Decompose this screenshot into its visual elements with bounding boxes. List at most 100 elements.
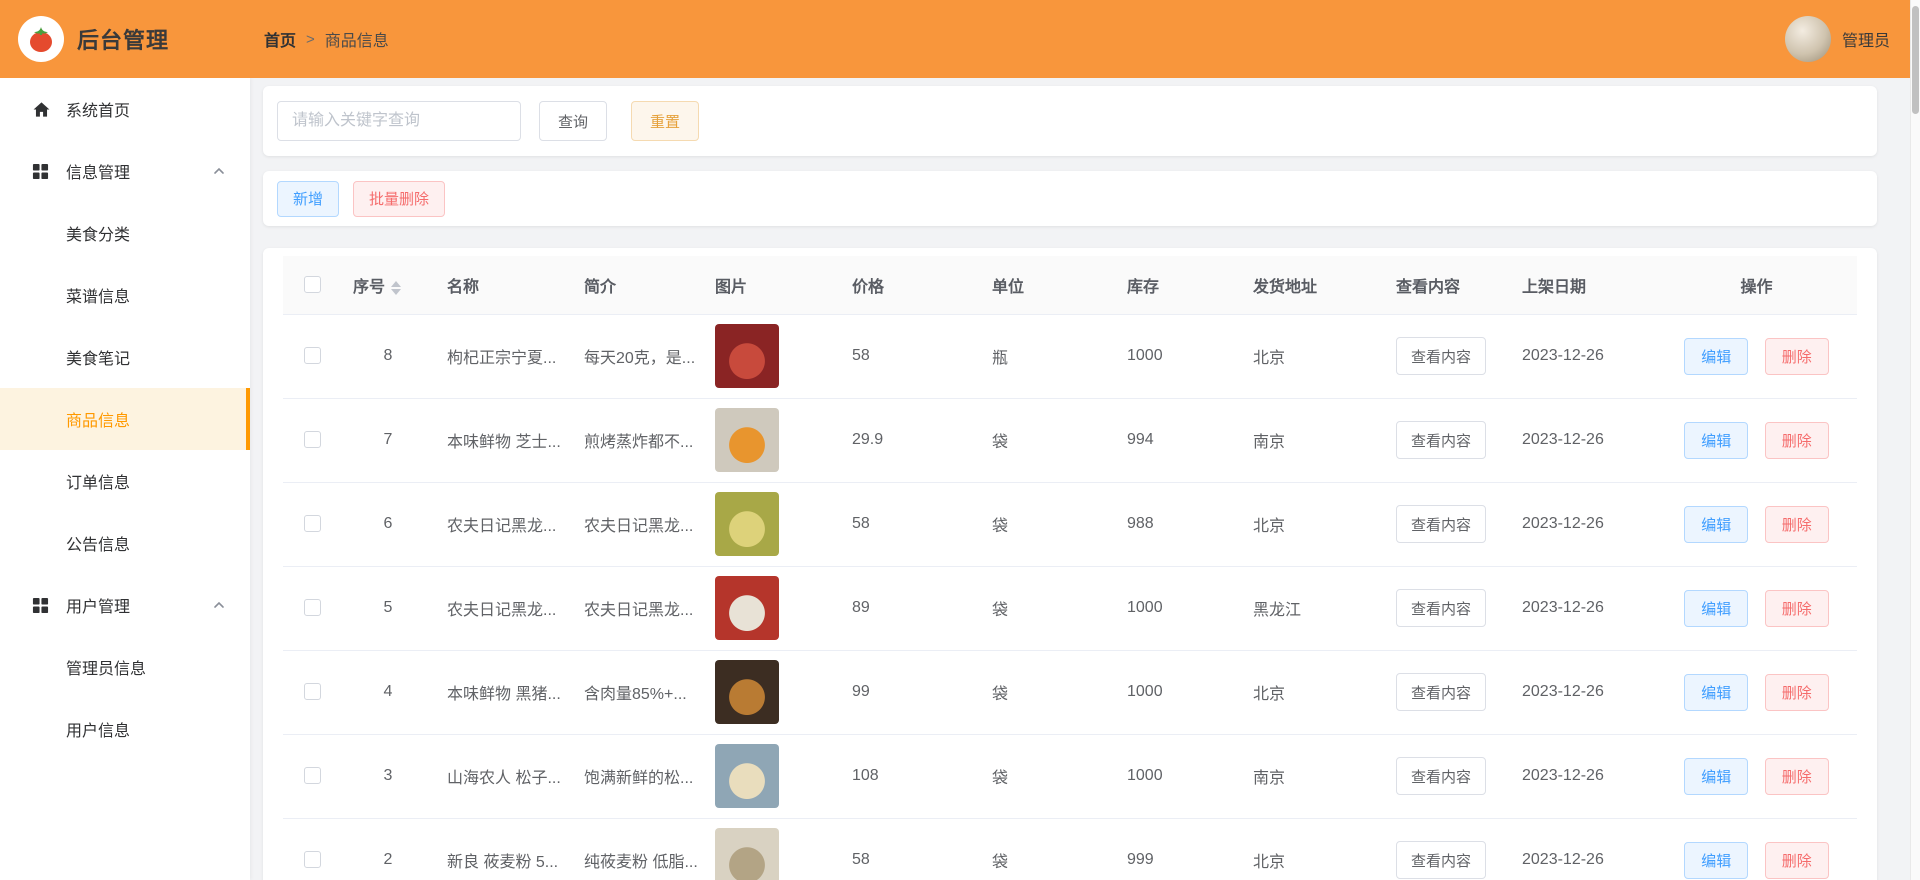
product-image[interactable] bbox=[715, 828, 779, 880]
row-seq: 6 bbox=[383, 515, 393, 532]
main-content: 查询 重置 新增 批量删除 序号 名称 简介 图片 价格 单位 bbox=[250, 78, 1910, 880]
row-intro: 每天20克，是... bbox=[584, 350, 696, 367]
row-intro: 纯莜麦粉 低脂... bbox=[584, 854, 698, 871]
sidebar-item-user-info[interactable]: 用户信息 bbox=[0, 698, 250, 760]
product-image[interactable] bbox=[715, 324, 779, 388]
sidebar-item-label: 管理员信息 bbox=[66, 661, 147, 678]
product-image[interactable] bbox=[715, 408, 779, 472]
edit-button[interactable]: 编辑 bbox=[1684, 421, 1749, 459]
table-row: 4 本味鲜物 黑猪... 含肉量85%+... 99 袋 1000 北京 查看内… bbox=[283, 650, 1857, 735]
breadcrumb-home[interactable]: 首页 bbox=[264, 27, 296, 51]
product-image[interactable] bbox=[715, 660, 779, 724]
row-unit: 袋 bbox=[992, 686, 1009, 703]
query-button[interactable]: 查询 bbox=[539, 101, 608, 141]
row-checkbox[interactable] bbox=[303, 683, 321, 701]
sidebar-item-label: 系统首页 bbox=[66, 103, 131, 120]
sidebar-item-user-management[interactable]: 用户管理 bbox=[0, 574, 250, 636]
row-stock: 999 bbox=[1127, 851, 1154, 868]
delete-button[interactable]: 删除 bbox=[1764, 421, 1829, 459]
sidebar-item-system-home[interactable]: 系统首页 bbox=[0, 78, 250, 140]
sidebar-item-label: 美食笔记 bbox=[66, 351, 131, 368]
row-stock: 1000 bbox=[1127, 347, 1163, 364]
row-stock: 1000 bbox=[1127, 683, 1163, 700]
table-row: 5 农夫日记黑龙... 农夫日记黑龙... 89 袋 1000 黑龙江 查看内容… bbox=[283, 566, 1857, 651]
view-content-button[interactable]: 查看内容 bbox=[1396, 505, 1487, 543]
row-checkbox[interactable] bbox=[303, 347, 321, 365]
sidebar-item-info-management[interactable]: 信息管理 bbox=[0, 140, 250, 202]
sidebar-item-label: 订单信息 bbox=[66, 475, 131, 492]
edit-button[interactable]: 编辑 bbox=[1684, 757, 1749, 795]
row-intro: 农夫日记黑龙... bbox=[584, 518, 694, 535]
delete-button[interactable]: 删除 bbox=[1764, 589, 1829, 627]
product-image[interactable] bbox=[715, 492, 779, 556]
row-unit: 袋 bbox=[992, 770, 1009, 787]
product-image[interactable] bbox=[715, 576, 779, 640]
sidebar-item-recipe-info[interactable]: 菜谱信息 bbox=[0, 264, 250, 326]
sort-icon[interactable] bbox=[391, 280, 402, 295]
table-body: 8 枸杞正宗宁夏... 每天20克，是... 58 瓶 1000 北京 查看内容… bbox=[283, 314, 1857, 880]
product-image[interactable] bbox=[715, 744, 779, 808]
sidebar-menu: 系统首页信息管理美食分类菜谱信息美食笔记商品信息订单信息公告信息用户管理管理员信… bbox=[0, 78, 250, 880]
row-address: 黑龙江 bbox=[1253, 602, 1302, 619]
row-address: 北京 bbox=[1253, 854, 1286, 871]
edit-button[interactable]: 编辑 bbox=[1684, 505, 1749, 543]
select-all-checkbox[interactable] bbox=[303, 276, 321, 294]
app-logo-icon bbox=[18, 16, 64, 62]
user-avatar[interactable] bbox=[1784, 16, 1831, 62]
row-unit: 袋 bbox=[992, 854, 1009, 871]
delete-button[interactable]: 删除 bbox=[1764, 757, 1829, 795]
row-seq: 5 bbox=[383, 599, 393, 616]
breadcrumb-current: 商品信息 bbox=[324, 33, 389, 50]
view-content-button[interactable]: 查看内容 bbox=[1396, 757, 1487, 795]
table-row: 3 山海农人 松子... 饱满新鲜的松... 108 袋 1000 南京 查看内… bbox=[283, 734, 1857, 819]
view-content-button[interactable]: 查看内容 bbox=[1396, 589, 1487, 627]
row-checkbox[interactable] bbox=[303, 851, 321, 869]
batch-delete-button[interactable]: 批量删除 bbox=[353, 180, 446, 217]
delete-button[interactable]: 删除 bbox=[1764, 673, 1829, 711]
row-unit: 袋 bbox=[992, 602, 1009, 619]
row-checkbox[interactable] bbox=[303, 515, 321, 533]
column-header-actions: 操作 bbox=[1656, 256, 1857, 315]
scrollbar-thumb[interactable] bbox=[1912, 6, 1919, 114]
sidebar-item-food-notes[interactable]: 美食笔记 bbox=[0, 326, 250, 388]
row-checkbox[interactable] bbox=[303, 431, 321, 449]
delete-button[interactable]: 删除 bbox=[1764, 505, 1829, 543]
sidebar-item-order-info[interactable]: 订单信息 bbox=[0, 450, 250, 512]
product-table-card: 序号 名称 简介 图片 价格 单位 库存 发货地址 查看内容 上架日期 操作 8… bbox=[263, 248, 1877, 880]
sidebar-item-label: 公告信息 bbox=[66, 537, 131, 554]
view-content-button[interactable]: 查看内容 bbox=[1396, 841, 1487, 879]
column-header-seq[interactable]: 序号 bbox=[353, 279, 385, 296]
row-price: 58 bbox=[852, 347, 870, 364]
edit-button[interactable]: 编辑 bbox=[1684, 841, 1749, 879]
add-button[interactable]: 新增 bbox=[277, 180, 340, 217]
edit-button[interactable]: 编辑 bbox=[1684, 589, 1749, 627]
sidebar-item-admin-info[interactable]: 管理员信息 bbox=[0, 636, 250, 698]
view-content-button[interactable]: 查看内容 bbox=[1396, 673, 1487, 711]
delete-button[interactable]: 删除 bbox=[1764, 841, 1829, 879]
row-date: 2023-12-26 bbox=[1522, 599, 1604, 616]
column-header-stock: 库存 bbox=[1115, 256, 1241, 315]
edit-button[interactable]: 编辑 bbox=[1684, 673, 1749, 711]
sidebar-item-label: 商品信息 bbox=[66, 413, 131, 430]
edit-button[interactable]: 编辑 bbox=[1684, 337, 1749, 375]
sidebar-item-notice-info[interactable]: 公告信息 bbox=[0, 512, 250, 574]
search-input[interactable] bbox=[277, 101, 521, 141]
column-header-name: 名称 bbox=[435, 256, 572, 315]
breadcrumb-separator-icon: > bbox=[306, 30, 315, 48]
vertical-scrollbar[interactable] bbox=[1910, 0, 1920, 880]
sidebar-item-product-info[interactable]: 商品信息 bbox=[0, 388, 250, 450]
product-table: 序号 名称 简介 图片 价格 单位 库存 发货地址 查看内容 上架日期 操作 8… bbox=[283, 256, 1857, 880]
sidebar-item-food-category[interactable]: 美食分类 bbox=[0, 202, 250, 264]
sidebar-item-label: 美食分类 bbox=[66, 227, 131, 244]
reset-button[interactable]: 重置 bbox=[631, 101, 700, 141]
view-content-button[interactable]: 查看内容 bbox=[1396, 337, 1487, 375]
app-header: 后台管理 首页 > 商品信息 管理员 bbox=[0, 0, 1920, 78]
row-price: 89 bbox=[852, 599, 870, 616]
app-title: 后台管理 bbox=[77, 28, 170, 53]
row-checkbox[interactable] bbox=[303, 767, 321, 785]
row-seq: 8 bbox=[383, 347, 393, 364]
view-content-button[interactable]: 查看内容 bbox=[1396, 421, 1487, 459]
row-checkbox[interactable] bbox=[303, 599, 321, 617]
chevron-up-icon bbox=[212, 598, 226, 612]
delete-button[interactable]: 删除 bbox=[1764, 337, 1829, 375]
